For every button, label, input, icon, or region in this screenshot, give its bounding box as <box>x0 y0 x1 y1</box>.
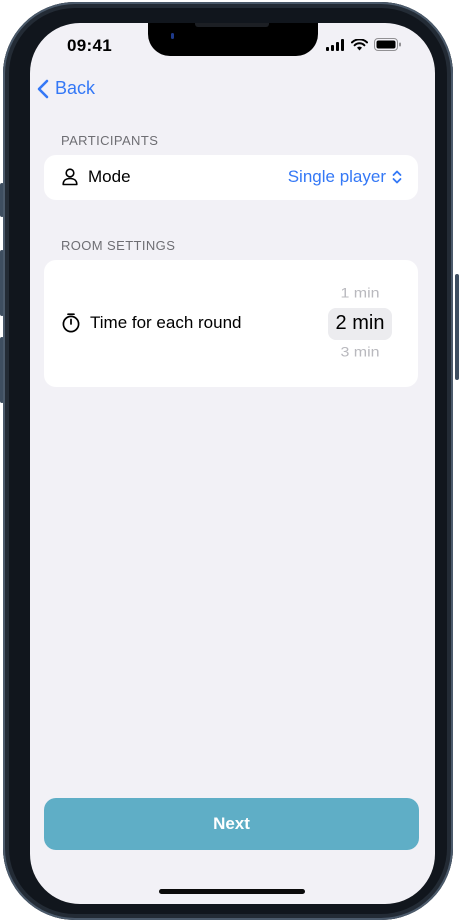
notch <box>148 23 318 56</box>
picker-option-selected[interactable]: 2 min <box>327 312 393 335</box>
mode-select[interactable]: Single player <box>288 167 402 187</box>
room-settings-section-title: ROOM SETTINGS <box>61 238 176 253</box>
camera-indicator <box>171 33 174 39</box>
home-indicator[interactable] <box>159 889 305 894</box>
signal-icon <box>326 38 344 51</box>
speaker <box>195 23 269 27</box>
back-label: Back <box>55 78 96 98</box>
chevron-left-icon <box>37 79 49 98</box>
picker-option[interactable]: 1 min <box>327 286 393 301</box>
room-settings-card: Time for each round 1 min 2 min 3 min <box>44 260 418 387</box>
next-label: Next <box>213 814 250 833</box>
chevron-up-down-icon <box>392 170 402 184</box>
picker-option[interactable]: 3 min <box>327 345 393 360</box>
participants-card: Mode Single player <box>44 155 418 200</box>
mode-row-label: Mode <box>62 167 131 187</box>
timer-icon <box>62 313 80 333</box>
participants-section-title: PARTICIPANTS <box>61 133 159 148</box>
mode-label: Mode <box>88 167 131 186</box>
back-button[interactable]: Back <box>37 78 95 99</box>
time-label: Time for each round <box>90 313 242 332</box>
wifi-icon <box>351 38 368 50</box>
status-icons <box>326 38 402 51</box>
battery-icon <box>374 38 401 51</box>
screen: 09:41 Back PARTICIPANTS Mode Single play… <box>30 23 435 904</box>
time-picker[interactable]: 1 min 2 min 3 min <box>327 277 393 369</box>
time-row-label: Time for each round <box>62 313 242 333</box>
power-button <box>455 274 459 380</box>
mode-value: Single player <box>287 167 386 186</box>
next-button[interactable]: Next <box>44 798 419 850</box>
person-icon <box>62 168 78 186</box>
status-time: 09:41 <box>67 36 112 55</box>
phone-frame: 09:41 Back PARTICIPANTS Mode Single play… <box>3 2 453 920</box>
